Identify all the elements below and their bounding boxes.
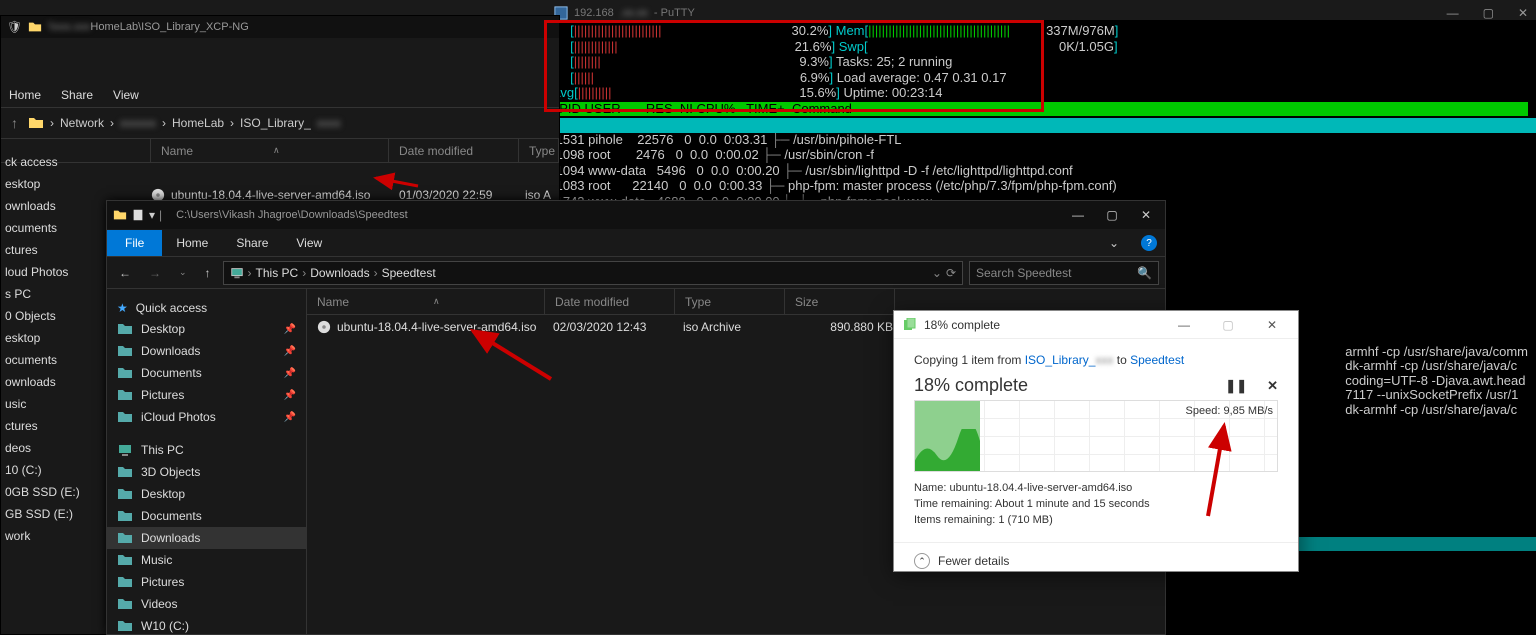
speed-graph: Speed: 9,85 MB/s: [914, 400, 1278, 472]
source-link[interactable]: ISO_Library_xxx: [1025, 353, 1114, 367]
sidebar-item[interactable]: usic: [1, 393, 96, 415]
percent-complete: 18% complete: [914, 375, 1028, 396]
chevron-down-icon[interactable]: ⌄: [1095, 236, 1133, 250]
close-button[interactable]: ✕: [1254, 311, 1290, 339]
cancel-button[interactable]: ✕: [1267, 378, 1278, 394]
navbar: ↑ › Network ›xxxxxx› HomeLab › ISO_Libra…: [1, 107, 559, 139]
sidebar-item[interactable]: esktop: [1, 327, 96, 349]
menubar: Home Share View: [1, 83, 559, 107]
sidebar-item[interactable]: deos: [1, 437, 96, 459]
up-button[interactable]: ↑: [7, 115, 22, 131]
breadcrumb[interactable]: › This PC› Downloads› Speedtest ⌄ ⟳: [223, 261, 963, 285]
folder-icon: [28, 20, 42, 34]
sidebar-item[interactable]: Music: [107, 549, 306, 571]
up-button[interactable]: ↑: [199, 266, 217, 280]
htop-header: PID USER RES NI CPU% TIME+ Command: [552, 102, 1528, 117]
crumb-homelab[interactable]: HomeLab: [172, 116, 224, 130]
menu-home[interactable]: Home: [162, 236, 222, 250]
sidebar: ck accessesktopownloadsocumentsctureslou…: [1, 151, 96, 634]
sidebar-item[interactable]: work: [1, 525, 96, 547]
sidebar-item[interactable]: ck access: [1, 151, 96, 173]
sidebar-item[interactable]: ocuments: [1, 349, 96, 371]
sidebar-item[interactable]: Pictures: [107, 571, 306, 593]
sidebar-item[interactable]: esktop: [1, 173, 96, 195]
pause-button[interactable]: ❚❚: [1225, 378, 1247, 394]
putty-title: 192.168.xx.xx - PuTTY: [554, 6, 695, 20]
pc-icon: [117, 442, 133, 458]
minimize-button[interactable]: —: [1063, 205, 1093, 225]
sidebar-item[interactable]: GB SSD (E:): [1, 503, 96, 525]
sidebar-item[interactable]: 0 Objects: [1, 305, 96, 327]
sidebar-item[interactable]: loud Photos: [1, 261, 96, 283]
folder-icon: [28, 115, 44, 131]
minimize-button[interactable]: —: [1166, 311, 1202, 339]
sidebar-this-pc[interactable]: This PC: [107, 436, 306, 461]
navbar: ← → ⌄ ↑ › This PC› Downloads› Speedtest …: [107, 257, 1165, 289]
shield-icon: 🛡: [7, 20, 22, 34]
pc-icon: [230, 266, 244, 280]
sidebar-item[interactable]: 3D Objects: [107, 461, 306, 483]
sidebar-item[interactable]: Downloads: [107, 527, 306, 549]
forward-button[interactable]: →: [143, 266, 167, 280]
sidebar-item[interactable]: Pictures📌: [107, 384, 306, 406]
sidebar: ★Quick access Desktop📌Downloads📌Document…: [107, 289, 307, 634]
back-button[interactable]: ←: [113, 266, 137, 280]
minimize-button[interactable]: —: [1447, 6, 1459, 20]
sidebar-item[interactable]: iCloud Photos📌: [107, 406, 306, 428]
close-button[interactable]: ✕: [1518, 6, 1528, 20]
sidebar-item[interactable]: W10 (C:): [107, 615, 306, 634]
copy-dialog: 18% complete — ▢ ✕ Copying 1 item from I…: [893, 310, 1299, 572]
maximize-button[interactable]: ▢: [1483, 6, 1494, 20]
sidebar-item[interactable]: Downloads📌: [107, 340, 306, 362]
menu-view[interactable]: View: [282, 236, 336, 250]
htop-selected-row: [544, 118, 1536, 133]
menu-view[interactable]: View: [113, 88, 139, 102]
menu-home[interactable]: Home: [9, 88, 41, 102]
sidebar-item[interactable]: ocuments: [1, 217, 96, 239]
sidebar-item[interactable]: Documents📌: [107, 362, 306, 384]
close-button[interactable]: ✕: [1131, 205, 1161, 225]
sidebar-item[interactable]: Desktop: [107, 483, 306, 505]
dest-link[interactable]: Speedtest: [1130, 353, 1184, 367]
menu-share[interactable]: Share: [222, 236, 282, 250]
file-icon: [131, 208, 145, 222]
refresh-icon[interactable]: ⟳: [946, 266, 956, 280]
putty-window-buttons: — ▢ ✕: [1447, 6, 1528, 20]
help-icon[interactable]: ?: [1141, 235, 1157, 251]
menu-share[interactable]: Share: [61, 88, 93, 102]
speed-label: Speed: 9,85 MB/s: [1186, 405, 1273, 417]
crumb-network[interactable]: Network: [60, 116, 104, 130]
chevron-up-icon: ⌃: [914, 553, 930, 569]
crumb-isolib[interactable]: ISO_Library_: [240, 116, 311, 130]
search-input[interactable]: Search Speedtest 🔍: [969, 261, 1159, 285]
maximize-button[interactable]: ▢: [1210, 311, 1246, 339]
titlebar: ▾ | C:\Users\Vikash Jhagroe\Downloads\Sp…: [107, 201, 1165, 229]
sidebar-item[interactable]: ctures: [1, 415, 96, 437]
menu-file[interactable]: File: [107, 230, 162, 256]
sidebar-item[interactable]: 0GB SSD (E:): [1, 481, 96, 503]
sidebar-item[interactable]: Videos: [107, 593, 306, 615]
maximize-button[interactable]: ▢: [1097, 205, 1127, 225]
sidebar-quick-access[interactable]: ★Quick access: [107, 295, 306, 318]
search-icon: 🔍: [1137, 266, 1152, 280]
folder-icon: [113, 208, 127, 222]
chevron-down-icon[interactable]: ⌄: [932, 266, 942, 280]
iso-icon: [317, 320, 331, 334]
copy-details: Name: ubuntu-18.04.4-live-server-amd64.i…: [914, 480, 1278, 528]
copy-icon: [902, 318, 916, 332]
sidebar-item[interactable]: Desktop📌: [107, 318, 306, 340]
fewer-details-button[interactable]: ⌃ Fewer details: [894, 542, 1298, 579]
sidebar-item[interactable]: 10 (C:): [1, 459, 96, 481]
sidebar-item[interactable]: Documents: [107, 505, 306, 527]
dialog-titlebar: 18% complete — ▢ ✕: [894, 311, 1298, 339]
menubar: File Home Share View ⌄ ?: [107, 229, 1165, 257]
sidebar-item[interactable]: ownloads: [1, 371, 96, 393]
sidebar-item[interactable]: s PC: [1, 283, 96, 305]
sidebar-item[interactable]: ownloads: [1, 195, 96, 217]
sidebar-item[interactable]: ctures: [1, 239, 96, 261]
copy-source-line: Copying 1 item from ISO_Library_xxx to S…: [914, 353, 1278, 367]
